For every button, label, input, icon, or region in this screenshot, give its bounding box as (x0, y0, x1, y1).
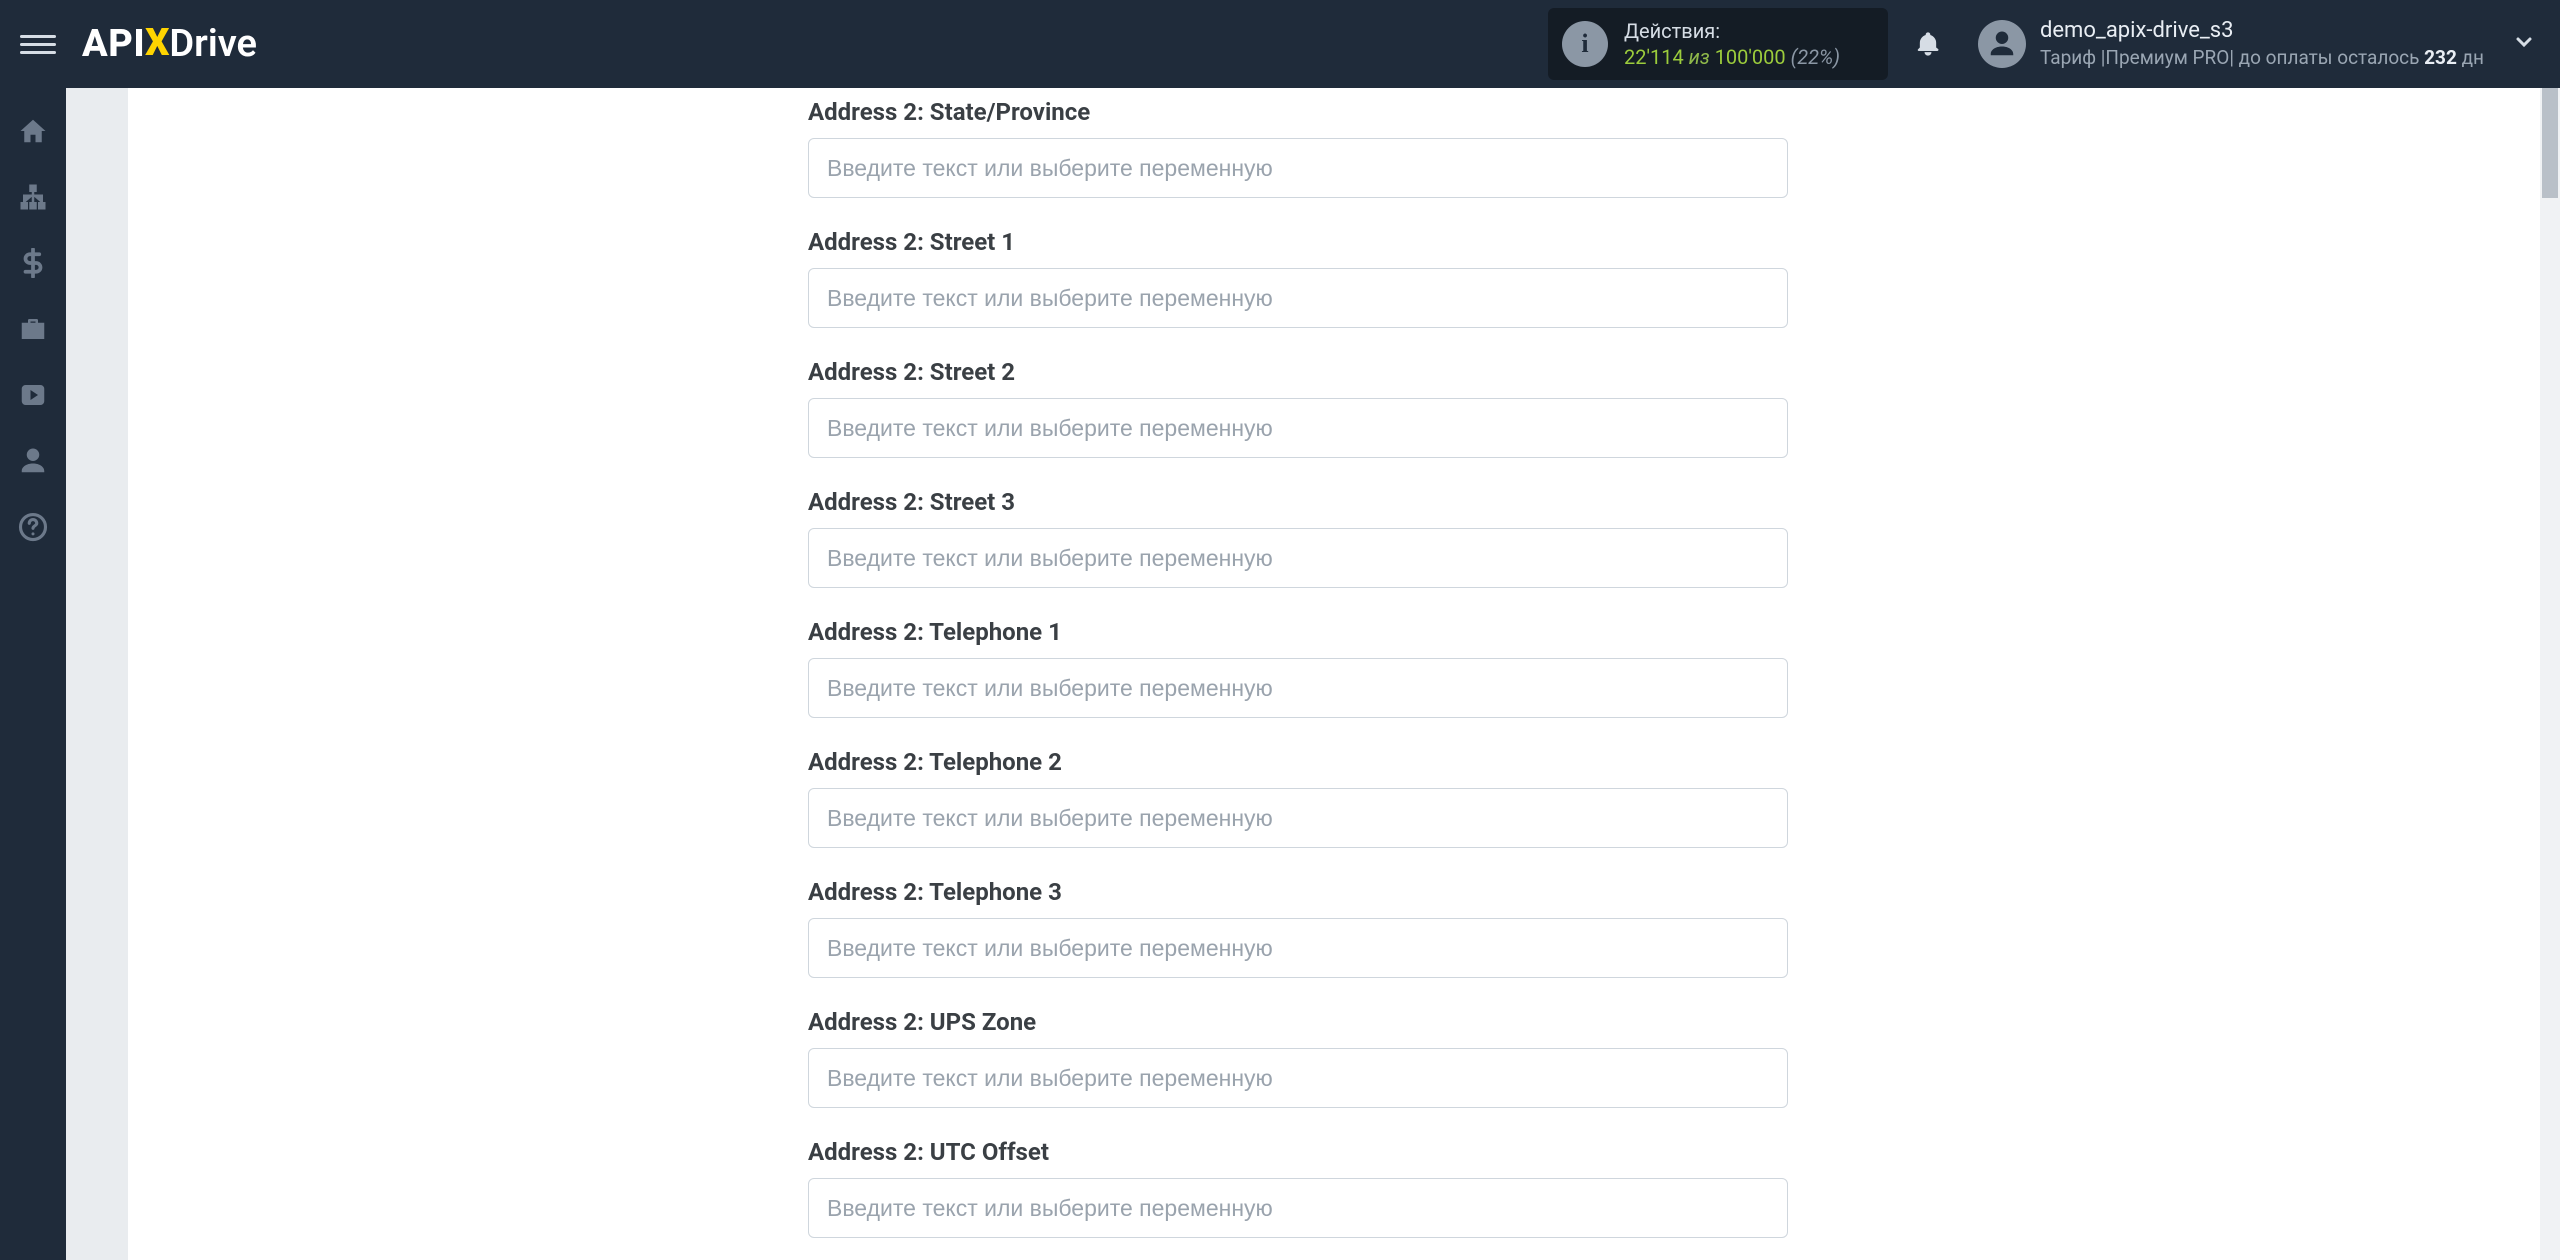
user-tariff-info: Тариф |Премиум PRO| до оплаты осталось 2… (2040, 46, 2484, 71)
field-label: Address 2: State/Province (808, 98, 1788, 126)
form-field: Address 2: Street 2 (808, 358, 1788, 458)
home-icon (18, 116, 48, 146)
dollar-icon (18, 248, 48, 278)
actions-label: Действия: (1624, 18, 1840, 44)
actions-usage-pill[interactable]: i Действия: 22'114 из 100'000 (22%) (1548, 8, 1888, 80)
form-field: Address 2: Street 3 (808, 488, 1788, 588)
field-label: Address 2: Street 2 (808, 358, 1788, 386)
top-bar: API X Drive i Действия: 22'114 из 100'00… (0, 0, 2560, 88)
avatar-icon (1978, 20, 2026, 68)
sidebar-item-home[interactable] (0, 98, 66, 164)
info-icon: i (1562, 21, 1608, 67)
field-label: Address 2: Street 3 (808, 488, 1788, 516)
actions-stats: 22'114 из 100'000 (22%) (1624, 44, 1840, 70)
sidebar-item-connections[interactable] (0, 164, 66, 230)
field-input[interactable] (808, 138, 1788, 198)
sidebar-item-help[interactable] (0, 494, 66, 560)
form-field: Address 2: Street 1 (808, 228, 1788, 328)
field-input[interactable] (808, 918, 1788, 978)
chevron-down-icon (2512, 30, 2536, 54)
field-input[interactable] (808, 1048, 1788, 1108)
form-field: Address 2: Telephone 2 (808, 748, 1788, 848)
sidebar-item-billing[interactable] (0, 230, 66, 296)
vertical-scrollbar[interactable] (2540, 88, 2560, 1260)
field-label: Address 2: Telephone 2 (808, 748, 1788, 776)
field-label: Address 2: UPS Zone (808, 1008, 1788, 1036)
sitemap-icon (18, 182, 48, 212)
field-label: Address 2: UTC Offset (808, 1138, 1788, 1166)
scrollbar-thumb[interactable] (2542, 88, 2558, 198)
form-card: Address 2: State/Province Address 2: Str… (128, 88, 2560, 1260)
form-field: Address 2: Telephone 3 (808, 878, 1788, 978)
field-input[interactable] (808, 528, 1788, 588)
form-field: Address 2: UPS Zone (808, 1008, 1788, 1108)
sidebar-nav (0, 88, 66, 1260)
form-fields-area: Address 2: State/Province Address 2: Str… (808, 88, 1788, 1260)
user-icon (18, 446, 48, 476)
sidebar-item-account[interactable] (0, 428, 66, 494)
field-input[interactable] (808, 658, 1788, 718)
field-label: Address 2: Telephone 1 (808, 618, 1788, 646)
field-label: Address 2: Telephone 3 (808, 878, 1788, 906)
form-field: Address 2: Telephone 1 (808, 618, 1788, 718)
sidebar-item-projects[interactable] (0, 296, 66, 362)
field-input[interactable] (808, 788, 1788, 848)
logo-x-icon: X (145, 21, 169, 65)
field-input[interactable] (808, 398, 1788, 458)
youtube-icon (18, 380, 48, 410)
user-name: demo_apix-drive_s3 (2040, 17, 2484, 46)
hamburger-menu-button[interactable] (20, 26, 56, 62)
field-input[interactable] (808, 1178, 1788, 1238)
logo-api: API (82, 22, 145, 66)
field-input[interactable] (808, 268, 1788, 328)
page-body: Address 2: State/Province Address 2: Str… (66, 88, 2560, 1260)
field-label: Address 2: Street 1 (808, 228, 1788, 256)
form-field: Address 2: State/Province (808, 98, 1788, 198)
sidebar-item-video[interactable] (0, 362, 66, 428)
notifications-button[interactable] (1898, 30, 1958, 58)
user-menu[interactable]: demo_apix-drive_s3 Тариф |Премиум PRO| д… (1978, 17, 2484, 70)
briefcase-icon (18, 314, 48, 344)
logo-drive: Drive (169, 22, 257, 66)
form-field: Address 2: UTC Offset (808, 1138, 1788, 1238)
user-menu-caret[interactable] (2512, 30, 2536, 58)
bell-icon (1914, 30, 1942, 58)
logo[interactable]: API X Drive (82, 22, 257, 66)
help-icon (18, 512, 48, 542)
